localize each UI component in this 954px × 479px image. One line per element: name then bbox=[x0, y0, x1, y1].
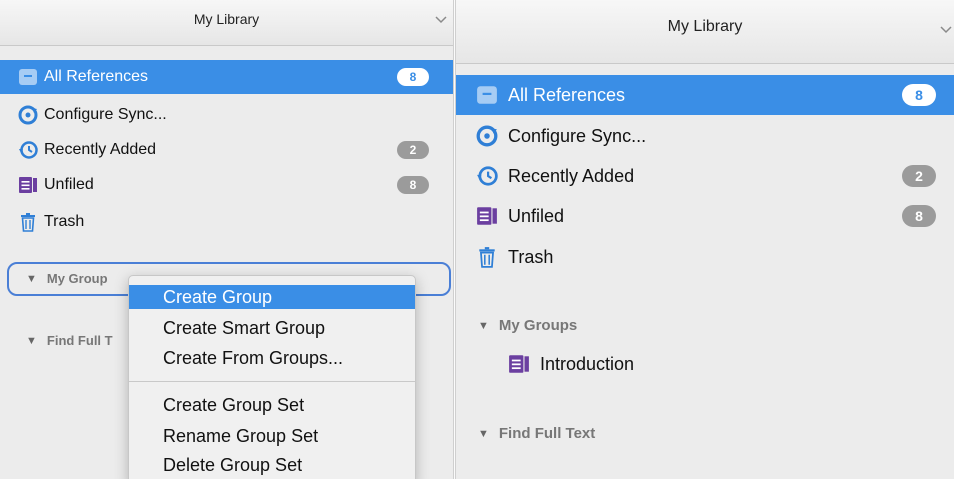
menu-item-create-smart-group[interactable]: Create Smart Group bbox=[129, 316, 415, 340]
menu-item-create-group[interactable]: Create Group bbox=[129, 285, 415, 309]
count-badge: 8 bbox=[902, 84, 936, 106]
right-library-panel: My Library All References 8 Configure Sy… bbox=[456, 0, 954, 479]
menu-separator bbox=[129, 381, 415, 382]
chevron-down-icon[interactable] bbox=[435, 13, 447, 27]
sidebar-item-label: Trash bbox=[508, 246, 554, 267]
library-header[interactable]: My Library bbox=[456, 0, 954, 64]
sidebar-item-label: Recently Added bbox=[508, 165, 635, 186]
count-badge: 8 bbox=[902, 205, 936, 227]
sidebar-item-configure-sync[interactable]: Configure Sync... bbox=[456, 116, 954, 156]
group-item-introduction[interactable]: Introduction bbox=[456, 344, 954, 384]
menu-item-create-from-groups[interactable]: Create From Groups... bbox=[129, 346, 415, 370]
sidebar-item-all-references[interactable]: All References 8 bbox=[456, 75, 954, 115]
sidebar-item-label: Trash bbox=[44, 213, 85, 230]
sidebar-item-configure-sync[interactable]: Configure Sync... bbox=[0, 98, 453, 132]
recently-added-icon bbox=[476, 165, 498, 187]
menu-item-create-group-set[interactable]: Create Group Set bbox=[129, 393, 415, 417]
sidebar-item-recently-added[interactable]: Recently Added 2 bbox=[0, 133, 453, 167]
count-badge: 8 bbox=[397, 176, 429, 194]
sidebar-item-recently-added[interactable]: Recently Added 2 bbox=[456, 156, 954, 196]
library-title: My Library bbox=[193, 10, 260, 27]
sidebar-item-unfiled[interactable]: Unfiled 8 bbox=[456, 196, 954, 236]
sidebar-item-label: All References bbox=[508, 84, 626, 105]
library-icon bbox=[18, 67, 38, 87]
count-badge: 2 bbox=[397, 141, 429, 159]
group-icon bbox=[508, 353, 530, 375]
sync-icon bbox=[476, 125, 498, 147]
disclosure-triangle-icon[interactable]: ▼ bbox=[26, 273, 37, 285]
sidebar-item-label: Unfiled bbox=[44, 176, 94, 193]
sidebar-item-label: All References bbox=[44, 68, 149, 85]
sidebar-item-label: Recently Added bbox=[44, 141, 157, 158]
count-badge: 8 bbox=[397, 68, 429, 86]
section-my-groups[interactable]: ▼ My Groups bbox=[478, 317, 577, 334]
section-label: My Group bbox=[46, 271, 108, 286]
section-label: Find Full T bbox=[46, 333, 113, 348]
unfiled-icon bbox=[476, 205, 498, 227]
sidebar-item-label: Unfiled bbox=[508, 205, 565, 226]
library-header[interactable]: My Library bbox=[0, 0, 453, 46]
context-menu: Create Group Create Smart Group Create F… bbox=[128, 275, 416, 479]
count-badge: 2 bbox=[902, 165, 936, 187]
disclosure-triangle-icon[interactable]: ▼ bbox=[26, 335, 37, 347]
section-find-full-text[interactable]: ▼ Find Full Text bbox=[478, 425, 595, 442]
section-find-full-text[interactable]: ▼ Find Full T bbox=[26, 333, 113, 348]
disclosure-triangle-icon[interactable]: ▼ bbox=[478, 428, 489, 440]
recently-added-icon bbox=[18, 140, 38, 160]
sidebar-item-trash[interactable]: Trash bbox=[0, 205, 453, 239]
section-label: My Groups bbox=[498, 317, 578, 334]
sidebar-item-unfiled[interactable]: Unfiled 8 bbox=[0, 168, 453, 202]
library-title: My Library bbox=[667, 17, 743, 35]
sidebar-item-all-references[interactable]: All References 8 bbox=[0, 60, 453, 94]
unfiled-icon bbox=[18, 175, 38, 195]
sidebar-item-label: Configure Sync... bbox=[44, 106, 167, 123]
menu-item-rename-group-set[interactable]: Rename Group Set bbox=[129, 424, 415, 448]
sidebar-item-label: Configure Sync... bbox=[508, 125, 647, 146]
sync-icon bbox=[18, 105, 38, 125]
disclosure-triangle-icon[interactable]: ▼ bbox=[478, 320, 489, 332]
section-my-groups[interactable]: ▼ My Group bbox=[26, 271, 108, 286]
trash-icon bbox=[18, 212, 38, 232]
group-label: Introduction bbox=[540, 353, 635, 374]
menu-item-delete-group-set[interactable]: Delete Group Set bbox=[129, 453, 415, 477]
section-label: Find Full Text bbox=[498, 425, 596, 442]
trash-icon bbox=[476, 246, 498, 268]
library-icon bbox=[476, 84, 498, 106]
sidebar-item-trash[interactable]: Trash bbox=[456, 237, 954, 277]
chevron-down-icon[interactable] bbox=[940, 21, 952, 37]
